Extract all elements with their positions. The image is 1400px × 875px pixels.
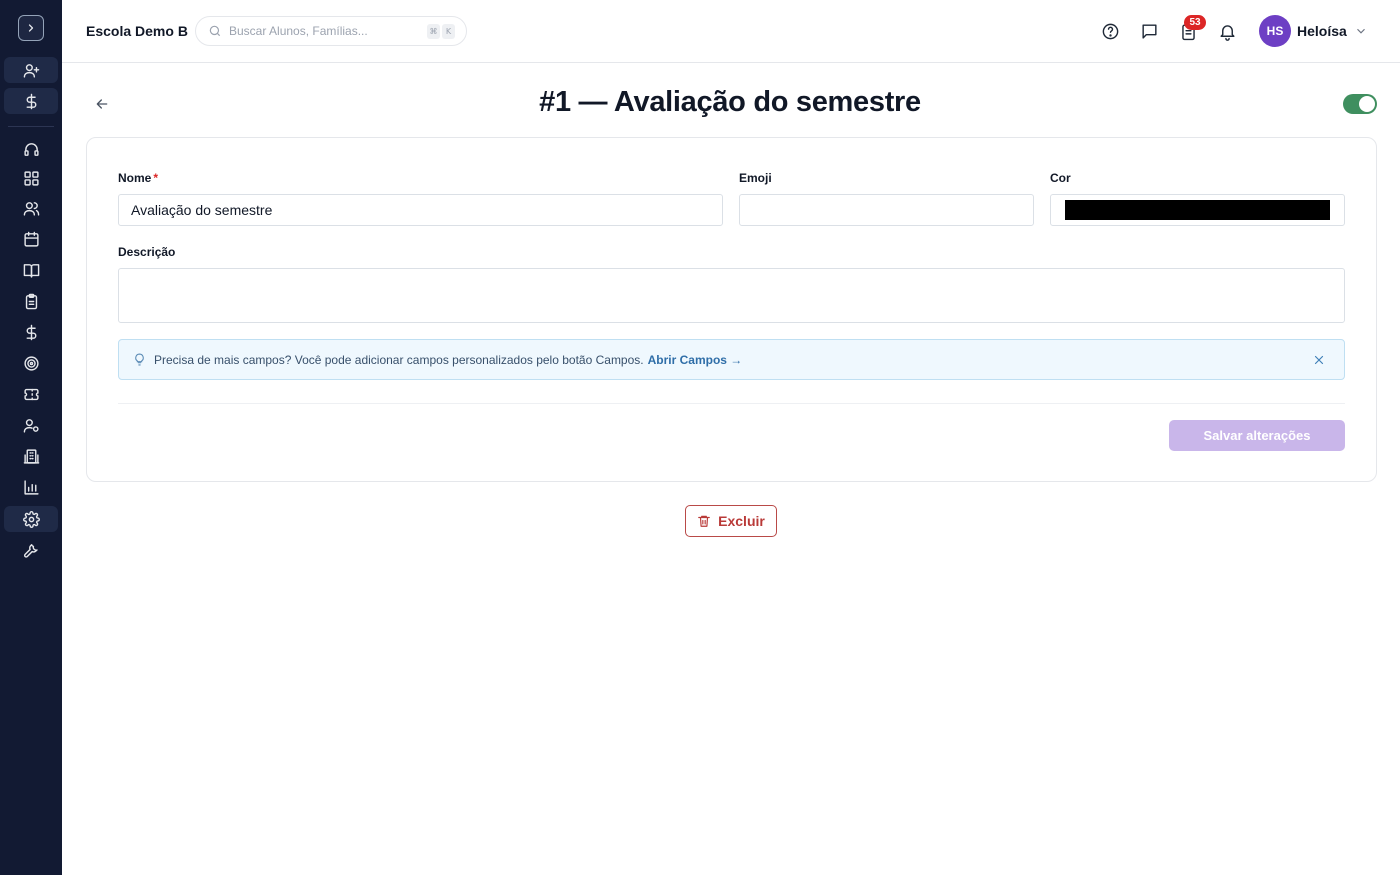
headset-icon — [23, 142, 39, 156]
sidebar-item-add-user[interactable] — [4, 57, 58, 83]
sidebar-item-buildings[interactable] — [4, 443, 58, 469]
sidebar-item-user-settings[interactable] — [4, 412, 58, 438]
sidebar-expand-button[interactable] — [18, 15, 44, 41]
sidebar-item-calendar[interactable] — [4, 226, 58, 252]
sidebar-divider — [8, 126, 54, 127]
chevron-right-icon — [28, 24, 34, 32]
color-swatch — [1065, 200, 1330, 220]
search-input[interactable] — [229, 24, 419, 38]
notification-count-badge: 53 — [1184, 15, 1206, 30]
user-avatar[interactable]: HS — [1259, 15, 1291, 47]
form-card: Nome * Avaliação do semestre Emoji Cor De… — [86, 137, 1377, 482]
message-square-icon — [1141, 23, 1157, 39]
close-banner-button[interactable] — [1312, 353, 1326, 367]
user-name[interactable]: Heloísa — [1297, 23, 1347, 39]
sidebar-item-dashboard[interactable] — [4, 165, 58, 191]
sidebar-item-support[interactable] — [4, 136, 58, 162]
sidebar-item-users[interactable] — [4, 195, 58, 221]
add-user-icon — [23, 63, 39, 78]
messages-button[interactable] — [1138, 20, 1160, 42]
top-header: Escola Demo B ⌘ K 53 HS Heloísa — [62, 0, 1400, 63]
user-menu-toggle[interactable] — [1354, 24, 1368, 38]
school-name[interactable]: Escola Demo B — [86, 23, 188, 39]
name-field[interactable]: Avaliação do semestre — [118, 194, 723, 226]
chevron-down-icon — [1357, 28, 1365, 34]
sidebar-item-payments[interactable] — [4, 319, 58, 345]
info-text: Precisa de mais campos? Você pode adicio… — [154, 352, 644, 367]
save-button[interactable]: Salvar alterações — [1169, 420, 1345, 451]
trash-icon — [698, 515, 710, 527]
sidebar-item-tickets[interactable] — [4, 381, 58, 407]
calendar-icon — [23, 231, 39, 247]
search-icon — [209, 25, 221, 37]
emoji-field[interactable] — [739, 194, 1034, 226]
target-icon — [23, 355, 39, 371]
sidebar-item-tools[interactable] — [4, 537, 58, 563]
bar-chart-icon — [23, 479, 39, 495]
dashboard-icon — [23, 170, 39, 186]
sidebar-item-goals[interactable] — [4, 350, 58, 376]
close-icon — [1314, 355, 1324, 365]
clipboard-icon — [25, 293, 37, 309]
name-label: Nome * — [118, 171, 158, 185]
required-mark: * — [153, 171, 159, 185]
users-icon — [23, 201, 39, 216]
bell-icon — [1219, 24, 1235, 41]
sidebar-item-reports[interactable] — [4, 474, 58, 500]
building-icon — [23, 448, 39, 464]
sidebar — [0, 0, 62, 875]
color-label: Cor — [1050, 171, 1071, 185]
gear-icon — [22, 510, 40, 528]
book-open-icon — [23, 263, 39, 278]
dollar-icon — [26, 324, 36, 340]
name-label-text: Nome — [118, 171, 152, 185]
page-title: #1 — Avaliação do semestre — [539, 86, 921, 118]
delete-button[interactable]: Excluir — [685, 505, 777, 537]
description-label: Descrição — [118, 245, 176, 259]
color-picker-field[interactable] — [1050, 194, 1345, 226]
card-divider — [118, 403, 1345, 404]
toggle-knob — [1359, 96, 1375, 112]
open-fields-link[interactable]: Abrir Campos → — [648, 353, 743, 367]
shortcut-key-cmd: ⌘ — [427, 24, 440, 39]
sidebar-item-book[interactable] — [4, 257, 58, 283]
lightbulb-icon — [135, 353, 144, 366]
search-bar[interactable]: ⌘ K — [195, 16, 467, 46]
ticket-icon — [23, 388, 39, 400]
wrench-icon — [23, 543, 38, 558]
sidebar-item-settings[interactable] — [4, 506, 58, 532]
active-toggle[interactable] — [1343, 94, 1377, 114]
notifications-button[interactable] — [1216, 20, 1238, 42]
description-textarea[interactable] — [118, 268, 1345, 323]
shortcut-key-k: K — [442, 24, 455, 39]
help-circle-icon — [1102, 23, 1118, 39]
help-button[interactable] — [1099, 20, 1121, 42]
sidebar-item-clipboard[interactable] — [4, 288, 58, 314]
emoji-label: Emoji — [739, 171, 772, 185]
user-settings-icon — [23, 418, 39, 433]
delete-label: Excluir — [718, 513, 765, 529]
info-banner: Precisa de mais campos? Você pode adicio… — [118, 339, 1345, 380]
